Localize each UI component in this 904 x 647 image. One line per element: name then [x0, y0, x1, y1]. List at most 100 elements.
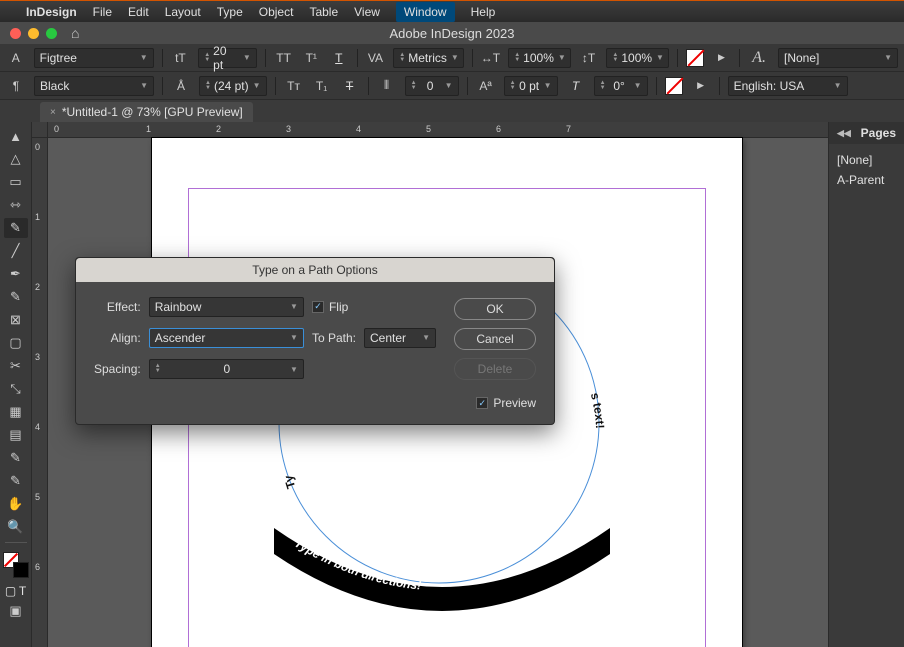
char-style-value: [None]	[784, 51, 819, 65]
vscale-input[interactable]: ▲▼100%▼	[606, 48, 669, 68]
ruler-vertical[interactable]: 0 1 2 3 4 5 6	[32, 138, 48, 647]
ruler-h-tick: 0	[54, 124, 59, 134]
pages-panel-title: Pages	[861, 126, 896, 140]
menu-help[interactable]: Help	[471, 5, 496, 19]
topath-select[interactable]: Center▼	[364, 328, 436, 348]
font-style-value: Black	[40, 79, 69, 93]
ruler-h-tick: 5	[426, 124, 431, 134]
strikethrough-icon[interactable]: T	[340, 76, 360, 96]
rectangle-frame-tool[interactable]: ⊠	[4, 310, 28, 330]
fill-stroke-swatches[interactable]	[3, 552, 29, 578]
tab-close-icon[interactable]: ×	[50, 107, 56, 118]
bottom-path[interactable]: Type in both directions!	[252, 528, 632, 628]
swatch-arrow-icon[interactable]: ▶	[712, 48, 732, 68]
menu-object[interactable]: Object	[259, 5, 294, 19]
pages-panel-tab[interactable]: ◀◀ Pages	[829, 122, 904, 144]
close-icon[interactable]	[10, 28, 21, 39]
pages-item-none[interactable]: [None]	[837, 150, 896, 170]
para-format-icon[interactable]: ¶	[6, 76, 26, 96]
hand-tool[interactable]: ✋	[4, 494, 28, 514]
menu-file[interactable]: File	[93, 5, 112, 19]
ruler-horizontal[interactable]: 0 1 2 3 4 5 6 7	[48, 122, 828, 138]
window-titlebar: ⌂ Adobe InDesign 2023	[0, 22, 904, 44]
char-format-icon[interactable]: A	[6, 48, 26, 68]
pages-item-parent[interactable]: A-Parent	[837, 170, 896, 190]
gap-tool[interactable]: ⇿	[4, 195, 28, 215]
spacing-input[interactable]: ▲▼0▼	[149, 359, 304, 379]
eyedropper-tool[interactable]: ✎	[4, 471, 28, 491]
hscale-input[interactable]: ▲▼100%▼	[508, 48, 571, 68]
font-style-select[interactable]: Black▼	[34, 76, 154, 96]
rectangle-tool[interactable]: ▢	[4, 333, 28, 353]
fill-swatch[interactable]	[686, 49, 704, 67]
preview-checkbox[interactable]: ✓Preview	[476, 396, 536, 410]
gradient-feather-tool[interactable]: ▤	[4, 425, 28, 445]
flip-checkbox[interactable]: ✓Flip	[312, 300, 436, 314]
left-curved-text: Ty	[281, 473, 298, 490]
tracking-input[interactable]: ▲▼0▼	[405, 76, 459, 96]
delete-button[interactable]: Delete	[454, 358, 536, 380]
underline-icon[interactable]: T	[329, 48, 349, 68]
home-icon[interactable]: ⌂	[71, 25, 79, 41]
allcaps-icon[interactable]: TT	[274, 48, 294, 68]
selection-tool[interactable]: ▲	[4, 126, 28, 146]
leading-input[interactable]: ▲▼(24 pt)▼	[199, 76, 267, 96]
type-on-path-dialog: Type on a Path Options Effect: Rainbow▼ …	[75, 257, 555, 425]
baseline-icon: Aª	[476, 76, 496, 96]
stroke-arrow-icon[interactable]: ▶	[691, 76, 711, 96]
kerning-select[interactable]: ▲▼Metrics▼	[393, 48, 463, 68]
skew-value: 0°	[613, 79, 624, 93]
scissors-tool[interactable]: ✂	[4, 356, 28, 376]
baseline-input[interactable]: ▲▼0 pt▼	[504, 76, 558, 96]
stroke-swatch[interactable]	[665, 77, 683, 95]
flip-label: Flip	[329, 300, 348, 314]
color-mode-toggles[interactable]: ▢T	[4, 584, 28, 598]
superscript-icon[interactable]: T¹	[301, 48, 321, 68]
skew-input[interactable]: ▲▼0°▼	[594, 76, 648, 96]
font-size-input[interactable]: ▲▼20 pt▼	[198, 48, 257, 68]
menu-layout[interactable]: Layout	[165, 5, 201, 19]
direct-selection-tool[interactable]: △	[4, 149, 28, 169]
zoom-tool[interactable]: 🔍	[4, 517, 28, 537]
gradient-swatch-tool[interactable]: ▦	[4, 402, 28, 422]
spacing-value: 0	[224, 362, 231, 376]
char-style-select[interactable]: [None]▼	[778, 48, 898, 68]
ok-button[interactable]: OK	[454, 298, 536, 320]
document-tab[interactable]: × *Untitled-1 @ 73% [GPU Preview]	[40, 102, 253, 122]
type-on-path-tool[interactable]: ✎	[4, 218, 28, 238]
menu-type[interactable]: Type	[217, 5, 243, 19]
menu-table[interactable]: Table	[309, 5, 338, 19]
cancel-button[interactable]: Cancel	[454, 328, 536, 350]
smallcaps-icon[interactable]: Tᴛ	[284, 76, 304, 96]
menu-edit[interactable]: Edit	[128, 5, 149, 19]
menu-view[interactable]: View	[354, 5, 380, 19]
free-transform-tool[interactable]: ⤡	[4, 379, 28, 399]
language-select[interactable]: English: USA▼	[728, 76, 848, 96]
preview-label: Preview	[493, 396, 536, 410]
char-style-icon: A.	[752, 49, 766, 67]
menu-window[interactable]: Window	[396, 2, 455, 22]
mac-menubar: InDesign File Edit Layout Type Object Ta…	[0, 0, 904, 22]
ruler-v-tick: 2	[35, 282, 40, 292]
leading-icon: Å	[171, 76, 191, 96]
hscale-icon: ↔T	[481, 48, 501, 68]
panel-collapse-icon[interactable]: ◀◀	[837, 128, 851, 139]
pen-tool[interactable]: ✒	[4, 264, 28, 284]
subscript-icon[interactable]: T₁	[312, 76, 332, 96]
font-size-value: 20 pt	[213, 44, 239, 72]
font-family-select[interactable]: Figtree▼	[34, 48, 154, 68]
app-name[interactable]: InDesign	[26, 5, 77, 19]
note-tool[interactable]: ✎	[4, 448, 28, 468]
ruler-v-tick: 5	[35, 492, 40, 502]
align-select[interactable]: Ascender▼	[149, 328, 304, 348]
pencil-tool[interactable]: ✎	[4, 287, 28, 307]
ruler-h-tick: 6	[496, 124, 501, 134]
view-mode-tool[interactable]: ▣	[4, 601, 28, 621]
line-tool[interactable]: ╱	[4, 241, 28, 261]
maximize-icon[interactable]	[46, 28, 57, 39]
page-tool[interactable]: ▭	[4, 172, 28, 192]
effect-select[interactable]: Rainbow▼	[149, 297, 304, 317]
ruler-origin[interactable]	[32, 122, 48, 138]
minimize-icon[interactable]	[28, 28, 39, 39]
font-size-icon: tT	[171, 48, 191, 68]
